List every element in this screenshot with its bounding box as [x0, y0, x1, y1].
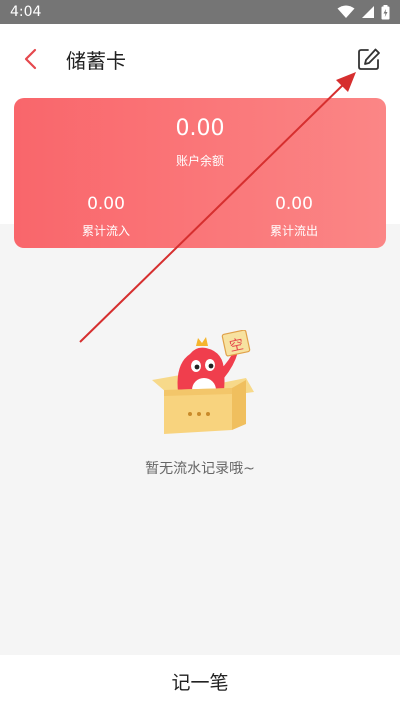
- outflow-stat: 0.00 累计流出: [204, 194, 384, 239]
- balance-value: 0.00: [175, 116, 225, 141]
- inflow-value: 0.00: [87, 194, 125, 214]
- outflow-label: 累计流出: [269, 224, 318, 238]
- back-arrow-icon[interactable]: [18, 45, 46, 73]
- battery-icon: [381, 4, 390, 19]
- empty-box-mascot-illustration: 空: [152, 330, 254, 434]
- balance-label: 账户余额: [175, 154, 224, 168]
- empty-state: 空 暂无流水记录哦~: [0, 330, 400, 480]
- status-time: 4:04: [10, 4, 42, 20]
- status-bar: 4:04: [0, 0, 400, 24]
- signal-icon: [362, 6, 374, 18]
- page-title: 储蓄卡: [66, 49, 126, 73]
- inflow-stat: 0.00 累计流入: [16, 194, 196, 239]
- wifi-icon: [337, 5, 355, 18]
- record-button[interactable]: 记一笔: [0, 655, 400, 711]
- empty-text: 暂无流水记录哦~: [145, 461, 255, 477]
- header: 储蓄卡: [0, 24, 400, 94]
- bottom-bar: 记一笔: [0, 655, 400, 711]
- outflow-value: 0.00: [275, 194, 313, 214]
- edit-icon[interactable]: [356, 46, 382, 72]
- status-icons: [337, 4, 390, 20]
- account-card: 0.00 账户余额 0.00 累计流入 0.00 累计流出: [14, 98, 386, 248]
- inflow-label: 累计流入: [81, 224, 130, 238]
